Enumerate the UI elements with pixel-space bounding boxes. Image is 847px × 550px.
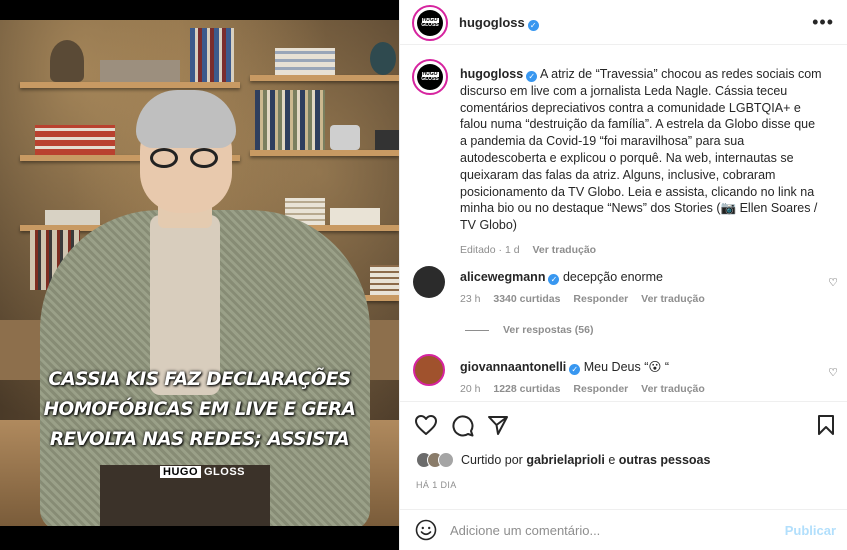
comment-likes[interactable]: 3340 curtidas [493, 293, 560, 305]
author-avatar[interactable]: HUGO GLOSS [412, 5, 448, 41]
comment-reply-button[interactable]: Responder [573, 293, 628, 305]
comments-scroll-area[interactable]: HUGO GLOSS hugogloss ✓ A atriz de “Travess… [400, 46, 847, 401]
comment-time: 20 h [460, 383, 481, 395]
comment-avatar[interactable] [413, 266, 445, 298]
emoji-icon[interactable] [415, 519, 437, 541]
comment-reply-button[interactable]: Responder [573, 383, 628, 395]
liker-avatar[interactable] [438, 452, 454, 468]
verified-icon: ✓ [548, 274, 560, 285]
comment-translate-link[interactable]: Ver tradução [641, 293, 705, 305]
share-send-icon[interactable] [487, 414, 509, 436]
liked-by-others[interactable]: outras pessoas [619, 453, 711, 467]
liked-by: Curtido por gabrielaprioli e outras pess… [416, 452, 710, 468]
hugogloss-logo: HUGO GLOSS [417, 10, 443, 36]
publish-button[interactable]: Publicar [785, 523, 836, 538]
comment-text: Meu Deus “😮 “ [583, 360, 670, 374]
caption-edited-time: Editado · 1 d [460, 243, 520, 256]
comment-text: decepção enorme [562, 270, 664, 284]
header-username[interactable]: hugogloss ✓ [459, 15, 539, 31]
like-heart-icon[interactable] [414, 414, 438, 436]
caption-username[interactable]: hugogloss [460, 67, 523, 81]
save-bookmark-icon[interactable] [817, 414, 835, 436]
post-actions: Curtido por gabrielaprioli e outras pess… [400, 401, 847, 509]
comment-input[interactable] [450, 518, 780, 542]
post-header: HUGO GLOSS hugogloss ✓ ••• [400, 0, 847, 45]
post-caption: hugogloss ✓ A atriz de “Travessia” chocou… [460, 66, 825, 259]
comment-likes[interactable]: 1228 curtidas [493, 383, 560, 395]
image-headline: CASSIA KIS FAZ DECLARAÇÕES HOMOFÓBICAS E… [43, 369, 356, 450]
comment-item: alicewegmann ✓ decepção enorme 23 h 3340 … [460, 269, 810, 305]
comment-like-heart-icon[interactable]: ♡ [828, 276, 838, 289]
add-comment-bar: Publicar [400, 509, 847, 550]
comment-avatar[interactable] [413, 354, 445, 386]
verified-icon: ✓ [569, 364, 581, 375]
verified-icon: ✓ [526, 71, 538, 82]
comment-icon[interactable] [451, 414, 474, 437]
post-date[interactable]: HÁ 1 DIA [416, 480, 457, 490]
more-options-icon[interactable]: ••• [812, 12, 834, 33]
hugogloss-watermark: HUGO GLOSS [160, 466, 248, 478]
comment-username[interactable]: alicewegmann [460, 270, 545, 284]
view-replies-link[interactable]: Ver respostas (56) [465, 324, 593, 336]
comment-translate-link[interactable]: Ver tradução [641, 383, 705, 395]
post-image[interactable]: CASSIA KIS FAZ DECLARAÇÕES HOMOFÓBICAS E… [0, 0, 399, 550]
caption-text: A atriz de “Travessia” chocou as redes s… [460, 67, 822, 233]
comment-time: 23 h [460, 293, 481, 305]
liked-by-user[interactable]: gabrielaprioli [526, 453, 605, 467]
comment-like-heart-icon[interactable]: ♡ [828, 366, 838, 379]
verified-icon: ✓ [527, 20, 539, 31]
hugogloss-logo: HUGO GLOSS [417, 64, 443, 90]
caption-avatar[interactable]: HUGO GLOSS [412, 59, 448, 95]
comment-item: giovannaantonelli ✓ Meu Deus “😮 “ 20 h 12… [460, 359, 810, 395]
caption-translate-link[interactable]: Ver tradução [532, 244, 596, 256]
comment-username[interactable]: giovannaantonelli [460, 360, 566, 374]
post-detail-panel: HUGO GLOSS hugogloss ✓ ••• HUGO GLOSS hugog… [399, 0, 847, 550]
